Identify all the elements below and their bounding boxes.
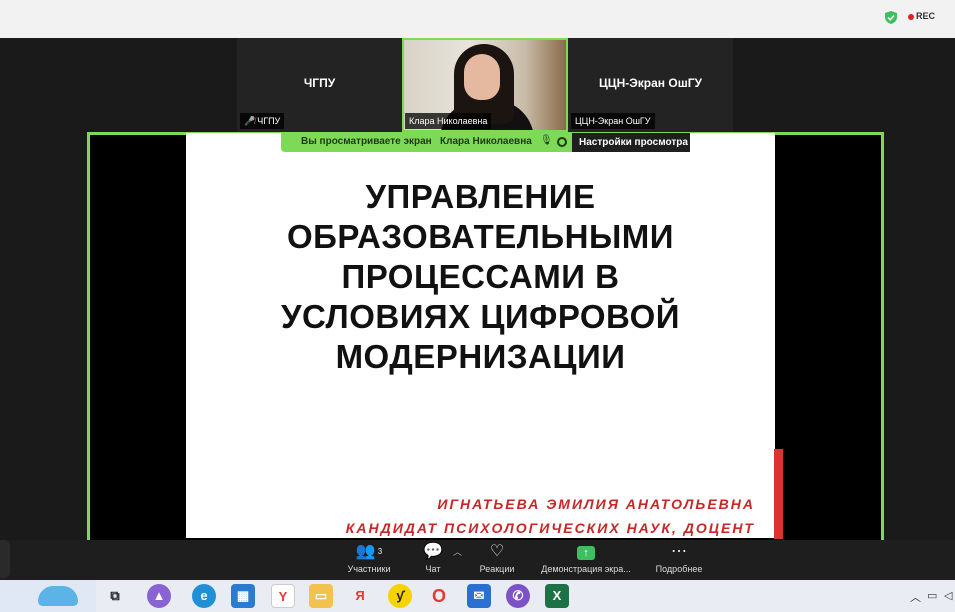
yandex-market-icon[interactable]: ƴ xyxy=(388,584,412,608)
participant-name: ЧГПУ xyxy=(303,76,336,90)
toolbar-left-handle[interactable] xyxy=(0,540,10,578)
chat-label: Чат xyxy=(425,564,441,574)
sharer-name: Клара Николаевна xyxy=(440,136,532,147)
slide-degree: КАНДИДАТ ПСИХОЛОГИЧЕСКИХ НАУК, ДОЦЕНТ xyxy=(345,520,755,536)
mic-muted-icon: 🎤̸ xyxy=(244,116,256,126)
participants-label: Участники xyxy=(347,564,391,574)
slide-title-line: УСЛОВИЯХ ЦИФРОВОЙ xyxy=(281,298,680,335)
more-label: Подробнее xyxy=(655,564,703,574)
record-status-icon xyxy=(557,137,567,147)
participant-label-text: ЧГПУ xyxy=(257,116,281,126)
chevron-up-icon[interactable]: ︿ xyxy=(453,545,462,558)
slide-title-line: ПРОЦЕССАМИ В xyxy=(341,258,620,295)
participants-icon: 👥 3 xyxy=(355,543,383,560)
chevron-up-tray-icon[interactable]: ︿ xyxy=(910,589,921,605)
slide-title-line: МОДЕРНИЗАЦИИ xyxy=(335,338,626,375)
windows-taskbar: ⧉ ▲ e ▦ Y ▭ Я ƴ O ✉ ✆ X ︿ ▭ ◁ xyxy=(0,580,955,612)
video-strip: ЧГПУ 🎤̸ ЧГПУ Клара Николаевна ЦЦН-Экран О… xyxy=(0,38,955,132)
view-settings-button[interactable]: Настройки просмотра xyxy=(572,133,690,152)
participant-tile[interactable]: ЦЦН-Экран ОшГУ ЦЦН-Экран ОшГУ xyxy=(568,38,733,132)
active-speaker-tile[interactable]: Клара Николаевна xyxy=(402,38,568,132)
shield-icon[interactable] xyxy=(885,11,897,24)
more-button[interactable]: ⋯ Подробнее xyxy=(653,542,705,574)
mail-icon[interactable]: ✉ xyxy=(467,584,491,608)
participant-name: ЦЦН-Экран ОшГУ xyxy=(599,76,702,90)
slide-accent-bar xyxy=(774,449,783,539)
zoom-window: REC ЧГПУ 🎤̸ ЧГПУ Клара Николаевна ЦЦН-Экр… xyxy=(0,0,955,612)
slide-title-line: ОБРАЗОВАТЕЛЬНЫМИ xyxy=(286,218,674,255)
participants-count: 3 xyxy=(377,547,383,556)
top-bar: REC xyxy=(0,0,955,38)
chat-icon: 💬 xyxy=(423,543,443,560)
alice-icon[interactable]: ▲ xyxy=(147,584,171,608)
start-area[interactable] xyxy=(0,580,96,612)
dolphin-logo-icon xyxy=(38,586,78,606)
slide-title-line: УПРАВЛЕНИЕ xyxy=(365,178,596,215)
heart-icon: ♡ xyxy=(489,543,505,560)
reactions-button[interactable]: ♡ Реакции xyxy=(476,542,518,574)
share-screen-label: Демонстрация экра... xyxy=(541,564,631,574)
yandex-browser-icon[interactable]: Y xyxy=(271,584,295,608)
participant-label-text: ЦЦН-Экран ОшГУ xyxy=(575,116,651,126)
shared-slide: УПРАВЛЕНИЕ ОБРАЗОВАТЕЛЬНЫМИ ПРОЦЕССАМИ В… xyxy=(186,133,783,539)
participant-label: Клара Николаевна xyxy=(405,113,492,129)
participants-button[interactable]: 👥 3 Участники xyxy=(346,542,392,574)
edge-icon[interactable]: e xyxy=(192,584,216,608)
opera-icon[interactable]: O xyxy=(427,584,451,608)
microphone-icon: 🎙 xyxy=(540,135,553,146)
chat-button[interactable]: 💬 Чат xyxy=(420,542,446,574)
participant-tile[interactable]: ЧГПУ 🎤̸ ЧГПУ xyxy=(237,38,402,132)
participant-label: ЦЦН-Экран ОшГУ xyxy=(571,113,655,129)
viewing-text: Вы просматриваете экран xyxy=(301,136,432,147)
more-icon: ⋯ xyxy=(671,543,687,560)
viber-icon[interactable]: ✆ xyxy=(506,584,530,608)
share-screen-icon: ↑ xyxy=(538,542,634,562)
file-explorer-icon[interactable]: ▭ xyxy=(309,584,333,608)
slide-author: ИГНАТЬЕВА ЭМИЛИЯ АНАТОЛЬЕВНА xyxy=(437,496,755,512)
participant-label: 🎤̸ ЧГПУ xyxy=(240,113,285,129)
share-screen-button[interactable]: ↑ Демонстрация экра... xyxy=(538,542,634,574)
speaker-face-shape xyxy=(464,54,500,100)
recording-dot-icon xyxy=(908,14,914,20)
slide-title: УПРАВЛЕНИЕ ОБРАЗОВАТЕЛЬНЫМИ ПРОЦЕССАМИ В… xyxy=(226,177,735,377)
excel-icon[interactable]: X xyxy=(545,584,569,608)
store-icon[interactable]: ▦ xyxy=(231,584,255,608)
network-icon[interactable]: ▭ xyxy=(927,589,937,602)
task-view-icon[interactable]: ⧉ xyxy=(103,584,127,608)
reactions-label: Реакции xyxy=(479,564,515,574)
recording-label: REC xyxy=(916,11,936,21)
yandex-icon[interactable]: Я xyxy=(348,584,372,608)
participant-label-text: Клара Николаевна xyxy=(409,116,488,126)
volume-icon[interactable]: ◁ xyxy=(944,589,952,602)
